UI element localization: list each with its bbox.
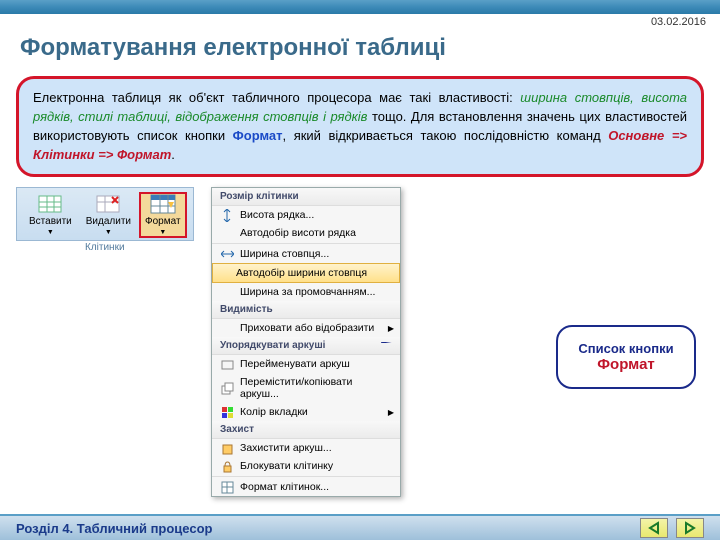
triangle-left-icon [647,521,661,535]
chevron-down-icon: ▼ [105,229,112,236]
delete-button[interactable]: Видалити ▼ [80,192,137,238]
menu-lock-cell[interactable]: Блокувати клітинку [212,457,400,475]
chevron-right-icon: ▶ [388,324,394,333]
info-arrow2: => [95,147,117,162]
menu-rename-sheet[interactable]: Перейменувати аркуш [212,355,400,373]
footer-text: Розділ 4. Табличний процесор [16,521,212,536]
menu-move-copy[interactable]: Перемістити/копіювати аркуш... [212,373,400,403]
ribbon-cells-group: Вставити ▼ Видалити ▼ Формат ▼ Клітинки [16,187,194,241]
info-t1: Електронна таблиця як об'єкт табличного … [33,90,520,105]
menu-row-height[interactable]: Висота рядка... [212,206,400,224]
move-icon [221,382,234,395]
info-path1: Основне [608,128,664,143]
delete-icon [95,194,121,214]
section-organize: Упорядкувати аркуші [212,337,400,355]
content-area: Вставити ▼ Видалити ▼ Формат ▼ Клітинки … [16,187,704,497]
header-bar [0,0,720,14]
chevron-right-icon: ▶ [388,408,394,417]
menu-autofit-col[interactable]: Автодобір ширини стовпця [212,263,400,283]
col-width-icon [221,248,234,261]
info-path2: Клітинки [33,147,95,162]
ribbon-group-label: Клітинки [85,242,125,253]
callout-box: Список кнопки Формат [556,325,696,389]
chevron-down-icon: ▼ [159,229,166,236]
prev-button[interactable] [640,518,668,538]
format-cells-icon [221,481,234,494]
menu-format-cells[interactable]: Формат клітинок... [212,478,400,496]
info-box: Електронна таблиця як об'єкт табличного … [16,76,704,177]
menu-autofit-row[interactable]: Автодобір висоти рядка [212,224,400,242]
info-arrow1: => [664,128,687,143]
callout-arrow [381,342,556,343]
shield-icon [221,442,234,455]
rename-icon [221,358,234,371]
lock-icon [221,460,234,473]
insert-label: Вставити [29,216,72,227]
insert-button[interactable]: Вставити ▼ [23,192,78,238]
triangle-right-icon [683,521,697,535]
nav-controls [640,518,704,538]
info-btn: Формат [233,128,283,143]
color-icon [221,406,234,419]
format-button[interactable]: Формат ▼ [139,192,187,238]
menu-hide-show[interactable]: Приховати або відобразити▶ [212,319,400,337]
section-protect: Захист [212,421,400,439]
row-height-icon [221,209,234,222]
info-t3: , який відкривається такою послідовністю… [283,128,609,143]
menu-tab-color[interactable]: Колір вкладки▶ [212,403,400,421]
info-path3: Формат [117,147,171,162]
format-dropdown: Розмір клітинки Висота рядка... Автодобі… [211,187,401,497]
delete-label: Видалити [86,216,131,227]
chevron-down-icon: ▼ [47,229,54,236]
menu-col-width[interactable]: Ширина стовпця... [212,245,400,263]
info-t4: . [171,147,175,162]
date-label: 03.02.2016 [651,16,706,28]
menu-default-width[interactable]: Ширина за промовчанням... [212,283,400,301]
callout-line2: Формат [568,356,684,373]
footer-bar: Розділ 4. Табличний процесор [0,514,720,540]
format-label: Формат [145,216,181,227]
menu-protect-sheet[interactable]: Захистити аркуш... [212,439,400,457]
format-icon [150,194,176,214]
callout-line1: Список кнопки [568,341,684,356]
next-button[interactable] [676,518,704,538]
page-title: Форматування електронної таблиці [0,14,720,72]
section-visibility: Видимість [212,301,400,319]
insert-icon [37,194,63,214]
section-cell-size: Розмір клітинки [212,188,400,206]
